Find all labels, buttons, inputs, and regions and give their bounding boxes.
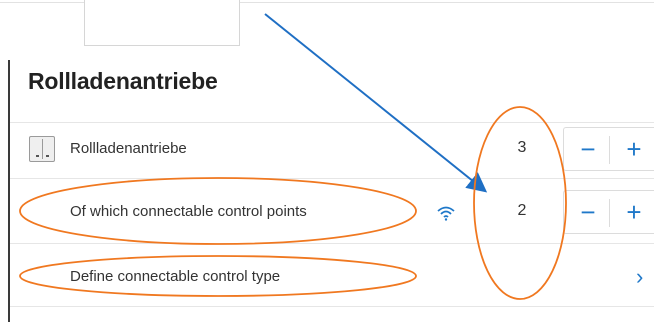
- annotation-arrow: [264, 13, 488, 193]
- count-connectable-control-points: 2: [517, 202, 527, 219]
- row-separator: [10, 122, 654, 123]
- row-label-connectable-control-points: Of which connectable control points: [70, 203, 307, 220]
- section-title: Rollladenantriebe: [28, 68, 218, 94]
- stepper-rollladenantriebe: − +: [563, 127, 654, 171]
- row-separator: [10, 243, 654, 244]
- row-label-define-control-type[interactable]: Define connectable control type: [70, 268, 280, 285]
- wifi-icon: [437, 206, 455, 221]
- roller-shutter-icon: [29, 136, 55, 162]
- stepper-divider: [609, 136, 610, 164]
- decrement-button[interactable]: −: [566, 191, 610, 233]
- chevron-right-icon[interactable]: ›: [636, 264, 643, 290]
- row-separator: [10, 306, 654, 307]
- stepper-divider: [609, 199, 610, 227]
- page: Rollladenantriebe Rollladenantriebe 3 − …: [0, 0, 654, 325]
- increment-button[interactable]: +: [612, 128, 654, 170]
- tab-blank[interactable]: [84, 0, 240, 46]
- row-separator: [10, 178, 654, 179]
- increment-button[interactable]: +: [612, 191, 654, 233]
- section-left-bar: [8, 60, 10, 322]
- count-rollladenantriebe: 3: [517, 139, 527, 156]
- stepper-connectable-control-points: − +: [563, 190, 654, 234]
- decrement-button[interactable]: −: [566, 128, 610, 170]
- row-label-rollladenantriebe: Rollladenantriebe: [70, 140, 187, 157]
